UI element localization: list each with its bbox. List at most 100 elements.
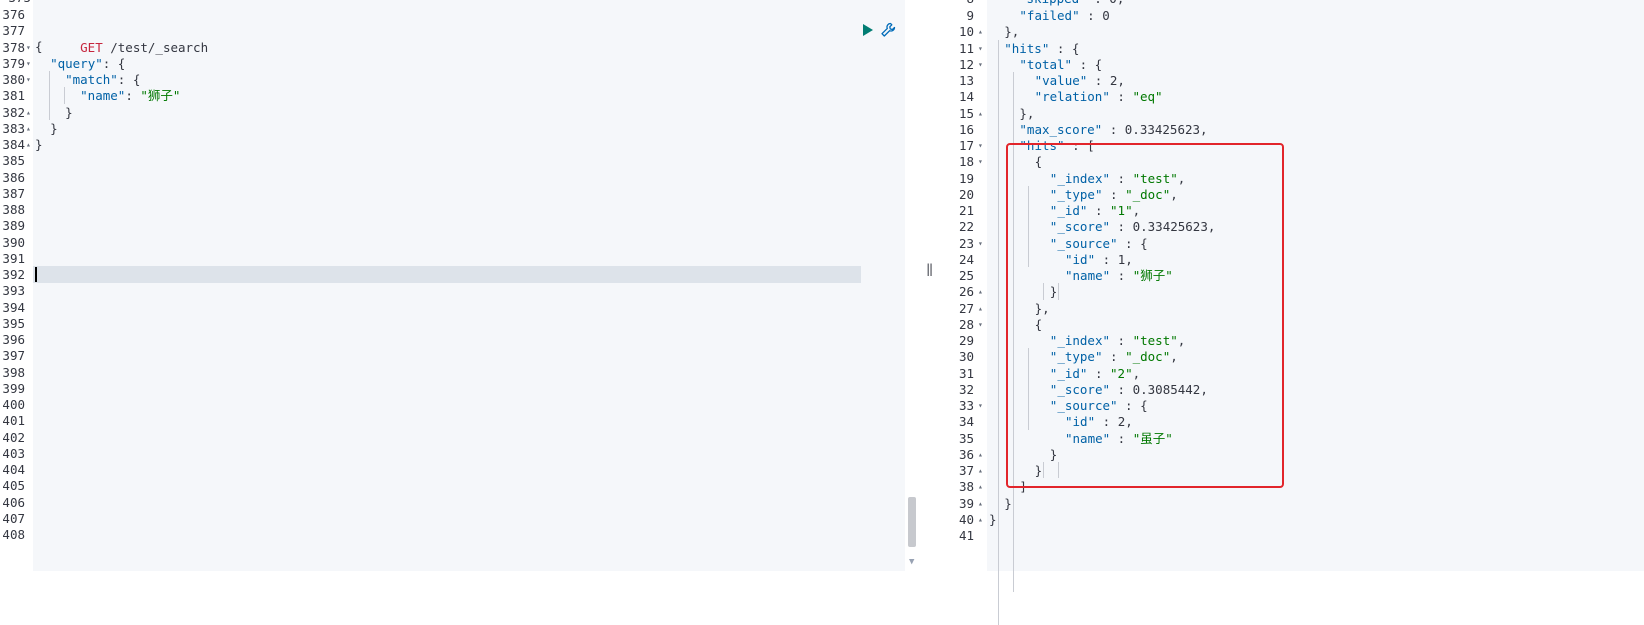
code-line: "failed" : 0 (1019, 8, 1110, 23)
fold-close-icon[interactable]: ▴ (26, 136, 31, 153)
fold-close-icon[interactable]: ▴ (978, 478, 983, 495)
request-editor[interactable]: 375376377378▾379▾380▾381382▴383▴384▴3853… (0, 0, 935, 571)
line-number: 37 (958, 463, 974, 478)
line-number: 402 (2, 429, 25, 445)
fold-close-icon[interactable]: ▴ (978, 446, 983, 463)
fold-close-icon[interactable]: ▴ (978, 495, 983, 512)
indent-guide (997, 39, 999, 625)
line-number: 8 (966, 0, 974, 7)
line-number: 16 (958, 121, 974, 137)
line-number: 386 (2, 169, 25, 185)
fold-open-icon[interactable]: ▾ (26, 39, 31, 56)
code-line: "skipped" : 0, (1019, 0, 1124, 7)
line-number: 408 (2, 527, 25, 542)
line-number: 17 (958, 138, 974, 153)
line-number: 21 (958, 203, 974, 218)
fold-close-icon[interactable]: ▴ (978, 105, 983, 122)
line-number: 41 (958, 528, 974, 543)
fold-open-icon[interactable]: ▾ (978, 40, 983, 57)
line-number: 29 (958, 333, 974, 348)
line-number: 27 (958, 300, 974, 316)
line-number: 395 (2, 315, 25, 331)
code-line: "max_score" : 0.33425623, (1019, 121, 1208, 137)
line-number: 377 (2, 23, 25, 39)
fold-close-icon[interactable]: ▴ (26, 104, 31, 121)
fold-open-icon[interactable]: ▾ (978, 56, 983, 73)
line-number: 36 (958, 446, 974, 462)
request-line[interactable]: GET /test/_search (35, 22, 208, 55)
code-line: } (989, 511, 997, 527)
line-number: 384 (2, 137, 25, 152)
request-code-area[interactable]: GET /test/_search { "query": { "match": … (33, 0, 905, 571)
fold-close-icon[interactable]: ▴ (978, 462, 983, 479)
line-number: 406 (2, 494, 25, 510)
code-line: "name": "狮子" (80, 88, 181, 103)
line-number: 399 (2, 380, 25, 396)
line-number: 398 (2, 364, 25, 380)
request-scrollbar[interactable] (905, 0, 920, 571)
fold-open-icon[interactable]: ▾ (978, 137, 983, 154)
line-number: 15 (958, 105, 974, 121)
line-number: 25 (958, 268, 974, 283)
fold-open-icon[interactable]: ▾ (978, 397, 983, 414)
line-number: 12 (958, 56, 974, 72)
line-number: 30 (958, 349, 974, 365)
fold-open-icon[interactable]: ▾ (978, 316, 983, 333)
code-line: "value" : 2, (1034, 73, 1125, 88)
request-url: /test/_search (102, 40, 209, 55)
line-number: 401 (2, 413, 25, 429)
line-number: 383 (2, 120, 25, 136)
line-number: 407 (2, 510, 25, 526)
code-line: } (65, 105, 73, 120)
line-number: 393 (2, 283, 25, 299)
line-number: 389 (2, 218, 25, 234)
fold-close-icon[interactable]: ▴ (978, 23, 983, 40)
fold-close-icon[interactable]: ▴ (26, 120, 31, 137)
line-number: 379 (2, 55, 25, 71)
line-number: 380 (2, 72, 25, 87)
line-number: 34 (958, 414, 974, 430)
line-number: 405 (2, 478, 25, 494)
fold-close-icon[interactable]: ▴ (978, 511, 983, 528)
scroll-down-arrow-icon[interactable]: ▼ (909, 557, 914, 567)
line-number: 18 (958, 154, 974, 170)
active-line-highlight (33, 266, 861, 283)
wrench-icon[interactable] (880, 22, 896, 38)
fold-close-icon[interactable]: ▴ (978, 300, 983, 317)
indent-guide (64, 87, 65, 104)
line-number: 392 (2, 267, 25, 282)
line-number: 403 (2, 445, 25, 461)
http-method: GET (80, 40, 103, 55)
line-number: 397 (2, 348, 25, 364)
line-number: 404 (2, 462, 25, 477)
line-number: 387 (2, 185, 25, 201)
fold-open-icon[interactable]: ▾ (26, 55, 31, 72)
line-number: 10 (958, 24, 974, 40)
line-number: 385 (2, 153, 25, 169)
line-number: 20 (958, 186, 974, 202)
line-number: 14 (958, 89, 974, 105)
request-scrollbar-thumb[interactable] (908, 497, 916, 547)
line-number: 26 (958, 284, 974, 300)
fold-close-icon[interactable]: ▴ (978, 283, 983, 300)
code-line: } (35, 137, 43, 152)
indent-guide (49, 71, 50, 120)
fold-open-icon[interactable]: ▾ (26, 71, 31, 88)
pane-resizer-icon[interactable]: ‖ (926, 262, 934, 276)
code-line: }, (1004, 24, 1020, 40)
line-number: 28 (958, 316, 974, 332)
line-number: 35 (958, 430, 974, 446)
line-number: 390 (2, 234, 25, 250)
line-number: 39 (958, 495, 974, 511)
line-number: 24 (958, 251, 974, 267)
fold-open-icon[interactable]: ▾ (978, 235, 983, 252)
code-line: "hits" : { (1004, 40, 1080, 56)
code-line: "match": { (65, 72, 141, 87)
annotation-highlight-box (1006, 143, 1284, 488)
fold-open-icon[interactable]: ▾ (978, 153, 983, 170)
line-number: 394 (2, 299, 25, 315)
line-number: 38 (958, 479, 974, 495)
line-number: 376 (2, 7, 25, 22)
play-icon[interactable] (863, 24, 873, 36)
line-number: 391 (2, 250, 25, 266)
